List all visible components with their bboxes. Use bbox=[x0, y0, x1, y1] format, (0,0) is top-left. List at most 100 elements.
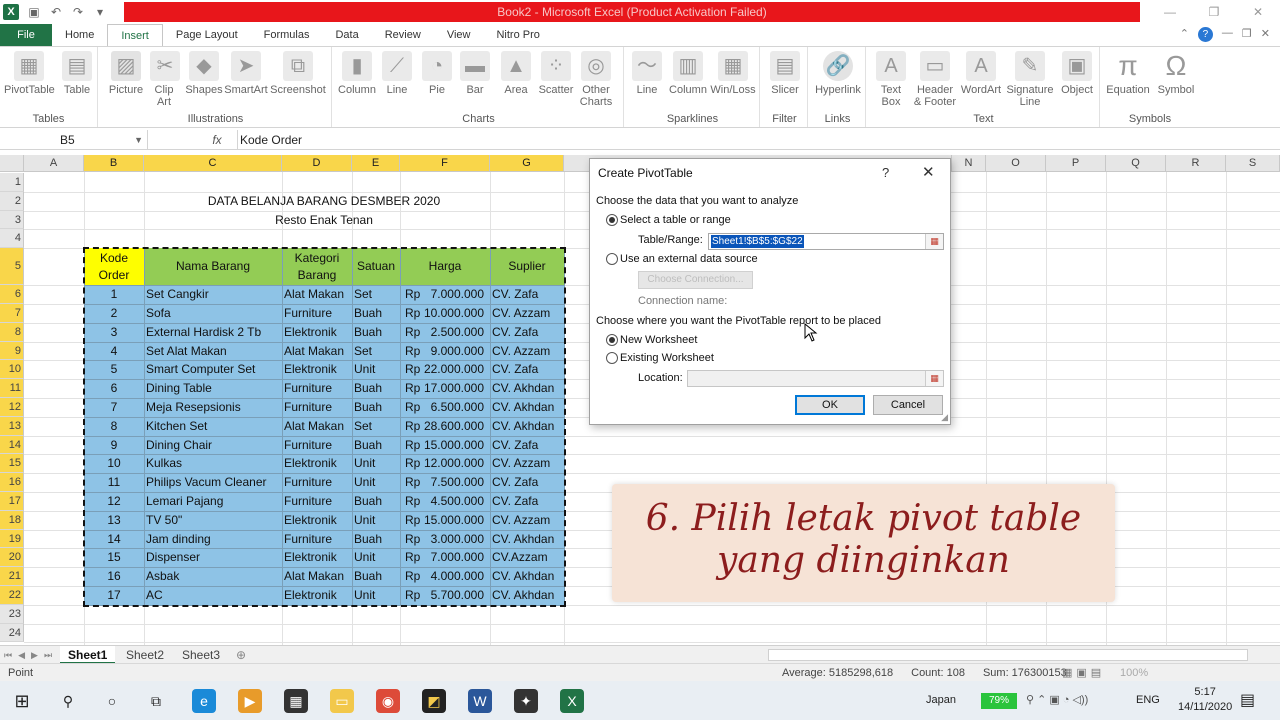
column-header[interactable]: N bbox=[952, 155, 986, 172]
minimize-icon[interactable]: — bbox=[1148, 0, 1192, 24]
row-header[interactable]: 14 bbox=[0, 435, 24, 455]
tray-icons[interactable]: ⚲ ⌃ ▣ ◔ ◁)) bbox=[1026, 681, 1088, 720]
media-icon[interactable]: ▶ bbox=[238, 689, 262, 713]
pivottable-button[interactable]: ▦ PivotTable bbox=[4, 51, 55, 96]
column-header[interactable]: D bbox=[282, 155, 352, 172]
signature-line-button[interactable]: ✎ Signature Line bbox=[1004, 51, 1056, 108]
screenshot-button[interactable]: ⧉ Screenshot bbox=[270, 51, 326, 96]
radio-select-range-label[interactable]: Select a table or range bbox=[620, 214, 731, 226]
word-icon[interactable]: W bbox=[468, 689, 492, 713]
sparkline-line-button[interactable]: 〜 Line bbox=[630, 51, 664, 96]
sheet-tab-sheet2[interactable]: Sheet2 bbox=[118, 646, 172, 664]
row-header[interactable]: 1 bbox=[0, 173, 24, 192]
clock[interactable]: 5:17 14/11/2020 bbox=[1178, 685, 1232, 715]
shapes-button[interactable]: ◆ Shapes bbox=[184, 51, 224, 96]
doc-close-icon[interactable]: ✕ bbox=[1261, 27, 1270, 42]
clip-art-button[interactable]: ✂ Clip Art bbox=[150, 51, 180, 108]
tab-formulas[interactable]: Formulas bbox=[251, 24, 323, 46]
symbol-button[interactable]: Ω Symbol bbox=[1156, 51, 1196, 97]
help-icon[interactable]: ? bbox=[1197, 27, 1213, 42]
row-header[interactable]: 24 bbox=[0, 623, 24, 643]
object-button[interactable]: ▣ Object bbox=[1058, 51, 1096, 96]
redo-icon[interactable]: ↷ bbox=[71, 5, 85, 19]
line-chart-button[interactable]: ⟋ Line bbox=[382, 51, 412, 96]
battery-indicator[interactable]: 79% bbox=[981, 693, 1017, 709]
text-box-button[interactable]: A Text Box bbox=[876, 51, 906, 108]
doc-minimize-icon[interactable]: — bbox=[1222, 27, 1233, 42]
radio-select-range[interactable] bbox=[606, 214, 618, 226]
sparkline-winloss-button[interactable]: ▦ Win/Loss bbox=[710, 51, 756, 96]
radio-external-source-label[interactable]: Use an external data source bbox=[620, 253, 758, 265]
select-all-corner[interactable] bbox=[0, 155, 24, 172]
tab-file[interactable]: File bbox=[0, 24, 52, 46]
doc-restore-icon[interactable]: ❐ bbox=[1242, 27, 1252, 42]
radio-new-worksheet-label[interactable]: New Worksheet bbox=[620, 334, 697, 346]
row-header[interactable]: 10 bbox=[0, 360, 24, 380]
sheet-subtitle[interactable]: Resto Enak Tenan bbox=[84, 211, 564, 229]
column-header[interactable]: G bbox=[490, 155, 564, 172]
dialog-close-icon[interactable]: ✕ bbox=[922, 163, 935, 181]
notifications-icon[interactable]: ▤ bbox=[1240, 681, 1255, 720]
sheet-nav-arrows-icon[interactable]: ⏮◀▶⏭ bbox=[4, 646, 58, 664]
wordart-button[interactable]: A WordArt bbox=[960, 51, 1002, 96]
pie-chart-button[interactable]: ◔ Pie bbox=[422, 51, 452, 96]
row-header[interactable]: 6 bbox=[0, 285, 24, 304]
radio-new-worksheet[interactable] bbox=[606, 334, 618, 346]
table-button[interactable]: ▤ Table bbox=[60, 51, 94, 96]
save-icon[interactable]: ▣ bbox=[27, 5, 41, 19]
radio-existing-worksheet[interactable] bbox=[606, 352, 618, 364]
close-window-icon[interactable]: ✕ bbox=[1236, 0, 1280, 24]
chevron-down-icon[interactable]: ▼ bbox=[134, 130, 143, 150]
radio-external-source[interactable] bbox=[606, 253, 618, 265]
notes-icon[interactable]: ◩ bbox=[422, 689, 446, 713]
area-chart-button[interactable]: ▲ Area bbox=[498, 51, 534, 96]
row-header[interactable]: 9 bbox=[0, 341, 24, 361]
column-header[interactable]: S bbox=[1226, 155, 1280, 172]
smartart-button[interactable]: ➤ SmartArt bbox=[224, 51, 268, 96]
horizontal-scrollbar[interactable] bbox=[768, 649, 1248, 661]
row-header[interactable]: 2 bbox=[0, 191, 24, 211]
table-range-input[interactable]: Sheet1!$B$5:$G$22 ▦ bbox=[708, 233, 944, 250]
resize-grip-icon[interactable]: ◢ bbox=[941, 412, 948, 423]
view-buttons-icon[interactable]: ▦▣▤ bbox=[1062, 664, 1105, 682]
excel-taskbar-icon[interactable]: X bbox=[560, 689, 584, 713]
formula-input[interactable]: Kode Order bbox=[237, 130, 302, 150]
sparkline-column-button[interactable]: ▥ Column bbox=[666, 51, 710, 96]
tab-page-layout[interactable]: Page Layout bbox=[163, 24, 251, 46]
row-header[interactable]: 23 bbox=[0, 604, 24, 624]
picture-button[interactable]: ▨ Picture bbox=[106, 51, 146, 96]
column-header[interactable]: A bbox=[24, 155, 84, 172]
column-header[interactable]: B bbox=[84, 155, 144, 172]
row-header[interactable]: 5 bbox=[0, 248, 24, 286]
restore-icon[interactable]: ❐ bbox=[1192, 0, 1236, 24]
row-header[interactable]: 7 bbox=[0, 304, 24, 323]
column-header[interactable]: R bbox=[1166, 155, 1226, 172]
equation-button[interactable]: π Equation bbox=[1102, 51, 1154, 97]
header-footer-button[interactable]: ▭ Header & Footer bbox=[912, 51, 958, 108]
dialog-help-icon[interactable]: ? bbox=[882, 165, 889, 180]
other-charts-button[interactable]: ◎ Other Charts bbox=[578, 51, 614, 108]
row-header[interactable]: 20 bbox=[0, 548, 24, 568]
store-icon[interactable]: ▦ bbox=[284, 689, 308, 713]
column-header[interactable]: O bbox=[986, 155, 1046, 172]
sheet-title[interactable]: DATA BELANJA BARANG DESMBER 2020 bbox=[84, 192, 564, 210]
customize-qat-icon[interactable]: ▾ bbox=[93, 5, 107, 19]
cortana-icon[interactable]: ○ bbox=[100, 689, 124, 713]
row-header[interactable]: 15 bbox=[0, 454, 24, 474]
tab-review[interactable]: Review bbox=[372, 24, 434, 46]
scatter-chart-button[interactable]: ⁘ Scatter bbox=[538, 51, 574, 96]
undo-icon[interactable]: ↶ bbox=[49, 5, 63, 19]
task-view-icon[interactable]: ⧉ bbox=[144, 689, 168, 713]
sheet-tab-sheet3[interactable]: Sheet3 bbox=[174, 646, 228, 664]
edge-icon[interactable]: e bbox=[192, 689, 216, 713]
row-header[interactable]: 22 bbox=[0, 586, 24, 605]
row-header[interactable]: 21 bbox=[0, 567, 24, 586]
bar-chart-button[interactable]: ▬ Bar bbox=[460, 51, 490, 96]
language-indicator[interactable]: Japan bbox=[926, 681, 956, 720]
tab-view[interactable]: View bbox=[434, 24, 484, 46]
insert-function-icon[interactable]: fx bbox=[205, 130, 229, 150]
row-header[interactable]: 19 bbox=[0, 529, 24, 549]
radio-existing-worksheet-label[interactable]: Existing Worksheet bbox=[620, 352, 714, 364]
row-header[interactable]: 16 bbox=[0, 473, 24, 492]
insert-sheet-icon[interactable]: ⊕ bbox=[228, 646, 254, 664]
